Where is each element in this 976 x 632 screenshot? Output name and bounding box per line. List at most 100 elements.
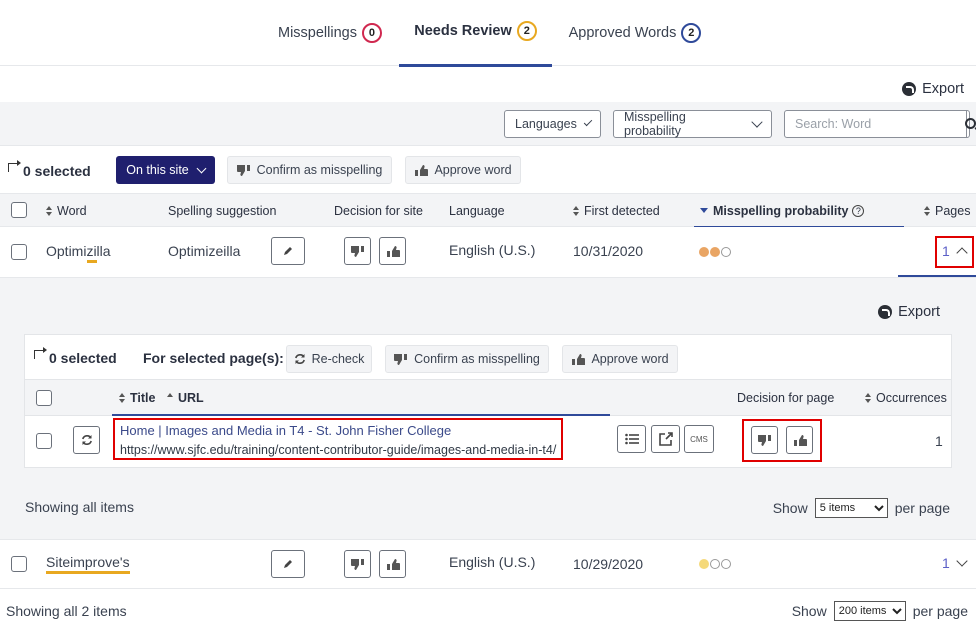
refresh-icon bbox=[81, 435, 92, 445]
search-box bbox=[784, 110, 976, 138]
refresh-icon bbox=[294, 353, 306, 365]
showing-text: Showing all 2 items bbox=[6, 603, 127, 619]
column-url[interactable]: URL bbox=[167, 380, 204, 415]
column-title[interactable]: Title bbox=[119, 380, 155, 415]
column-label: Misspelling probability bbox=[713, 203, 849, 218]
scope-label: On this site bbox=[126, 163, 189, 177]
button-label: Approve word bbox=[434, 163, 512, 177]
cms-icon: CMS bbox=[690, 434, 708, 444]
search-input[interactable] bbox=[785, 111, 966, 137]
chevron-down-icon bbox=[196, 163, 207, 173]
filter-bar: Languages Misspelling probability bbox=[0, 102, 976, 146]
page-checkbox[interactable] bbox=[36, 433, 52, 449]
show-label: Show bbox=[772, 500, 808, 516]
help-icon[interactable]: ? bbox=[852, 204, 865, 217]
row-checkbox[interactable] bbox=[11, 244, 27, 260]
recheck-button[interactable]: Re-check bbox=[286, 345, 372, 373]
column-occurrences[interactable]: Occurrences bbox=[865, 380, 947, 415]
sort-icon bbox=[924, 205, 931, 216]
sub-export-button[interactable]: Export bbox=[878, 304, 940, 320]
probability-dropdown[interactable]: Misspelling probability bbox=[613, 110, 772, 138]
column-label: Decision for page bbox=[737, 390, 835, 405]
thumbs-up-icon bbox=[414, 164, 429, 177]
thumbs-up-button[interactable] bbox=[379, 550, 406, 578]
approve-word-button[interactable]: Approve word bbox=[405, 156, 521, 184]
word: Siteimprove's bbox=[46, 554, 130, 574]
page-details-button[interactable] bbox=[617, 425, 646, 453]
select-all-pages-checkbox[interactable] bbox=[36, 390, 52, 406]
occurrences-count: 1 bbox=[935, 433, 943, 449]
column-first-detected[interactable]: First detected bbox=[573, 194, 660, 227]
probability-dot-filled bbox=[710, 247, 720, 257]
page-row: Home | Images and Media in T4 - St. John… bbox=[25, 416, 951, 467]
table-header: Word Spelling suggestion Decision for si… bbox=[0, 193, 976, 228]
column-probability[interactable]: Misspelling probability? bbox=[694, 194, 904, 228]
count-badge: 2 bbox=[681, 23, 702, 43]
tab-approved-words[interactable]: Approved Words 2 bbox=[560, 0, 710, 66]
scope-dropdown[interactable]: On this site bbox=[116, 156, 215, 184]
sub-showing-text: Showing all items bbox=[25, 499, 134, 515]
button-label: Re-check bbox=[311, 352, 365, 366]
open-page-button[interactable] bbox=[651, 425, 680, 453]
misspelled-underline bbox=[87, 260, 97, 263]
pages-table: 0 selected For selected page(s): Re-chec… bbox=[24, 334, 952, 468]
probability-dot-empty bbox=[710, 559, 720, 569]
export-button[interactable]: Export bbox=[902, 81, 964, 97]
column-label: Language bbox=[449, 203, 505, 218]
dropdown-label: Languages bbox=[515, 117, 577, 131]
chevron-down-icon bbox=[751, 116, 763, 128]
languages-dropdown[interactable]: Languages bbox=[504, 110, 601, 138]
sub-per-page-control: Show 5 items per page bbox=[773, 498, 950, 518]
probability-dot-filled bbox=[699, 247, 709, 257]
word-text: Optimizilla bbox=[46, 243, 111, 259]
thumbs-up-icon bbox=[571, 353, 586, 366]
sort-asc-icon bbox=[167, 392, 173, 397]
external-link-icon bbox=[658, 432, 673, 446]
export-label: Export bbox=[922, 81, 964, 97]
list-icon bbox=[624, 433, 639, 445]
tab-needs-review[interactable]: Needs Review 2 bbox=[399, 0, 552, 67]
cms-button[interactable]: CMS bbox=[684, 425, 714, 453]
thumbs-down-icon bbox=[350, 245, 364, 257]
selection-arrow-icon bbox=[34, 347, 47, 359]
button-label: Confirm as misspelling bbox=[256, 163, 383, 177]
per-page-label: per page bbox=[912, 603, 968, 619]
recheck-page-button[interactable] bbox=[73, 426, 100, 454]
row-checkbox[interactable] bbox=[11, 556, 27, 572]
sub-approve-word-button[interactable]: Approve word bbox=[562, 345, 678, 373]
probability-dot-empty bbox=[721, 559, 731, 569]
column-label: Occurrences bbox=[876, 390, 947, 405]
edit-suggestion-button[interactable] bbox=[271, 550, 305, 578]
highlight-box bbox=[935, 236, 974, 268]
column-label: Word bbox=[57, 203, 87, 218]
thumbs-down-button[interactable] bbox=[344, 550, 371, 578]
select-all-checkbox[interactable] bbox=[11, 202, 27, 218]
pages-toggle[interactable]: 1 bbox=[942, 555, 968, 571]
sub-confirm-misspelling-button[interactable]: Confirm as misspelling bbox=[385, 345, 549, 373]
column-word[interactable]: Word bbox=[46, 194, 87, 227]
column-label: Spelling suggestion bbox=[168, 203, 277, 218]
edit-suggestion-button[interactable] bbox=[271, 237, 305, 265]
export-icon bbox=[902, 82, 917, 96]
per-page-select[interactable]: 200 items bbox=[833, 601, 906, 621]
sort-icon bbox=[119, 392, 126, 403]
expanded-pages-panel: Export 0 selected For selected page(s): … bbox=[0, 278, 976, 539]
thumbs-up-button[interactable] bbox=[379, 237, 406, 265]
sub-per-page-select[interactable]: 5 items bbox=[814, 498, 888, 518]
tab-label: Misspellings bbox=[278, 25, 357, 41]
column-decision-for-page: Decision for page bbox=[737, 380, 834, 415]
tab-misspellings[interactable]: Misspellings 0 bbox=[270, 0, 390, 66]
search-icon bbox=[965, 117, 976, 129]
tab-bar: Misspellings 0 Needs Review 2 Approved W… bbox=[0, 0, 976, 67]
confirm-misspelling-button[interactable]: Confirm as misspelling bbox=[227, 156, 392, 184]
per-page-control: Show 200 items per page bbox=[792, 601, 968, 621]
thumbs-down-button[interactable] bbox=[344, 237, 371, 265]
search-button[interactable] bbox=[965, 111, 976, 137]
per-page-label: per page bbox=[894, 500, 950, 516]
sort-desc-icon bbox=[700, 208, 708, 213]
probability-indicator bbox=[699, 247, 731, 257]
table-row: Siteimprove's English (U.S.) 10/29/2020 … bbox=[0, 539, 976, 589]
tab-label: Approved Words bbox=[568, 25, 677, 41]
column-pages[interactable]: Pages bbox=[924, 194, 970, 227]
probability-dot-filled bbox=[699, 559, 709, 569]
